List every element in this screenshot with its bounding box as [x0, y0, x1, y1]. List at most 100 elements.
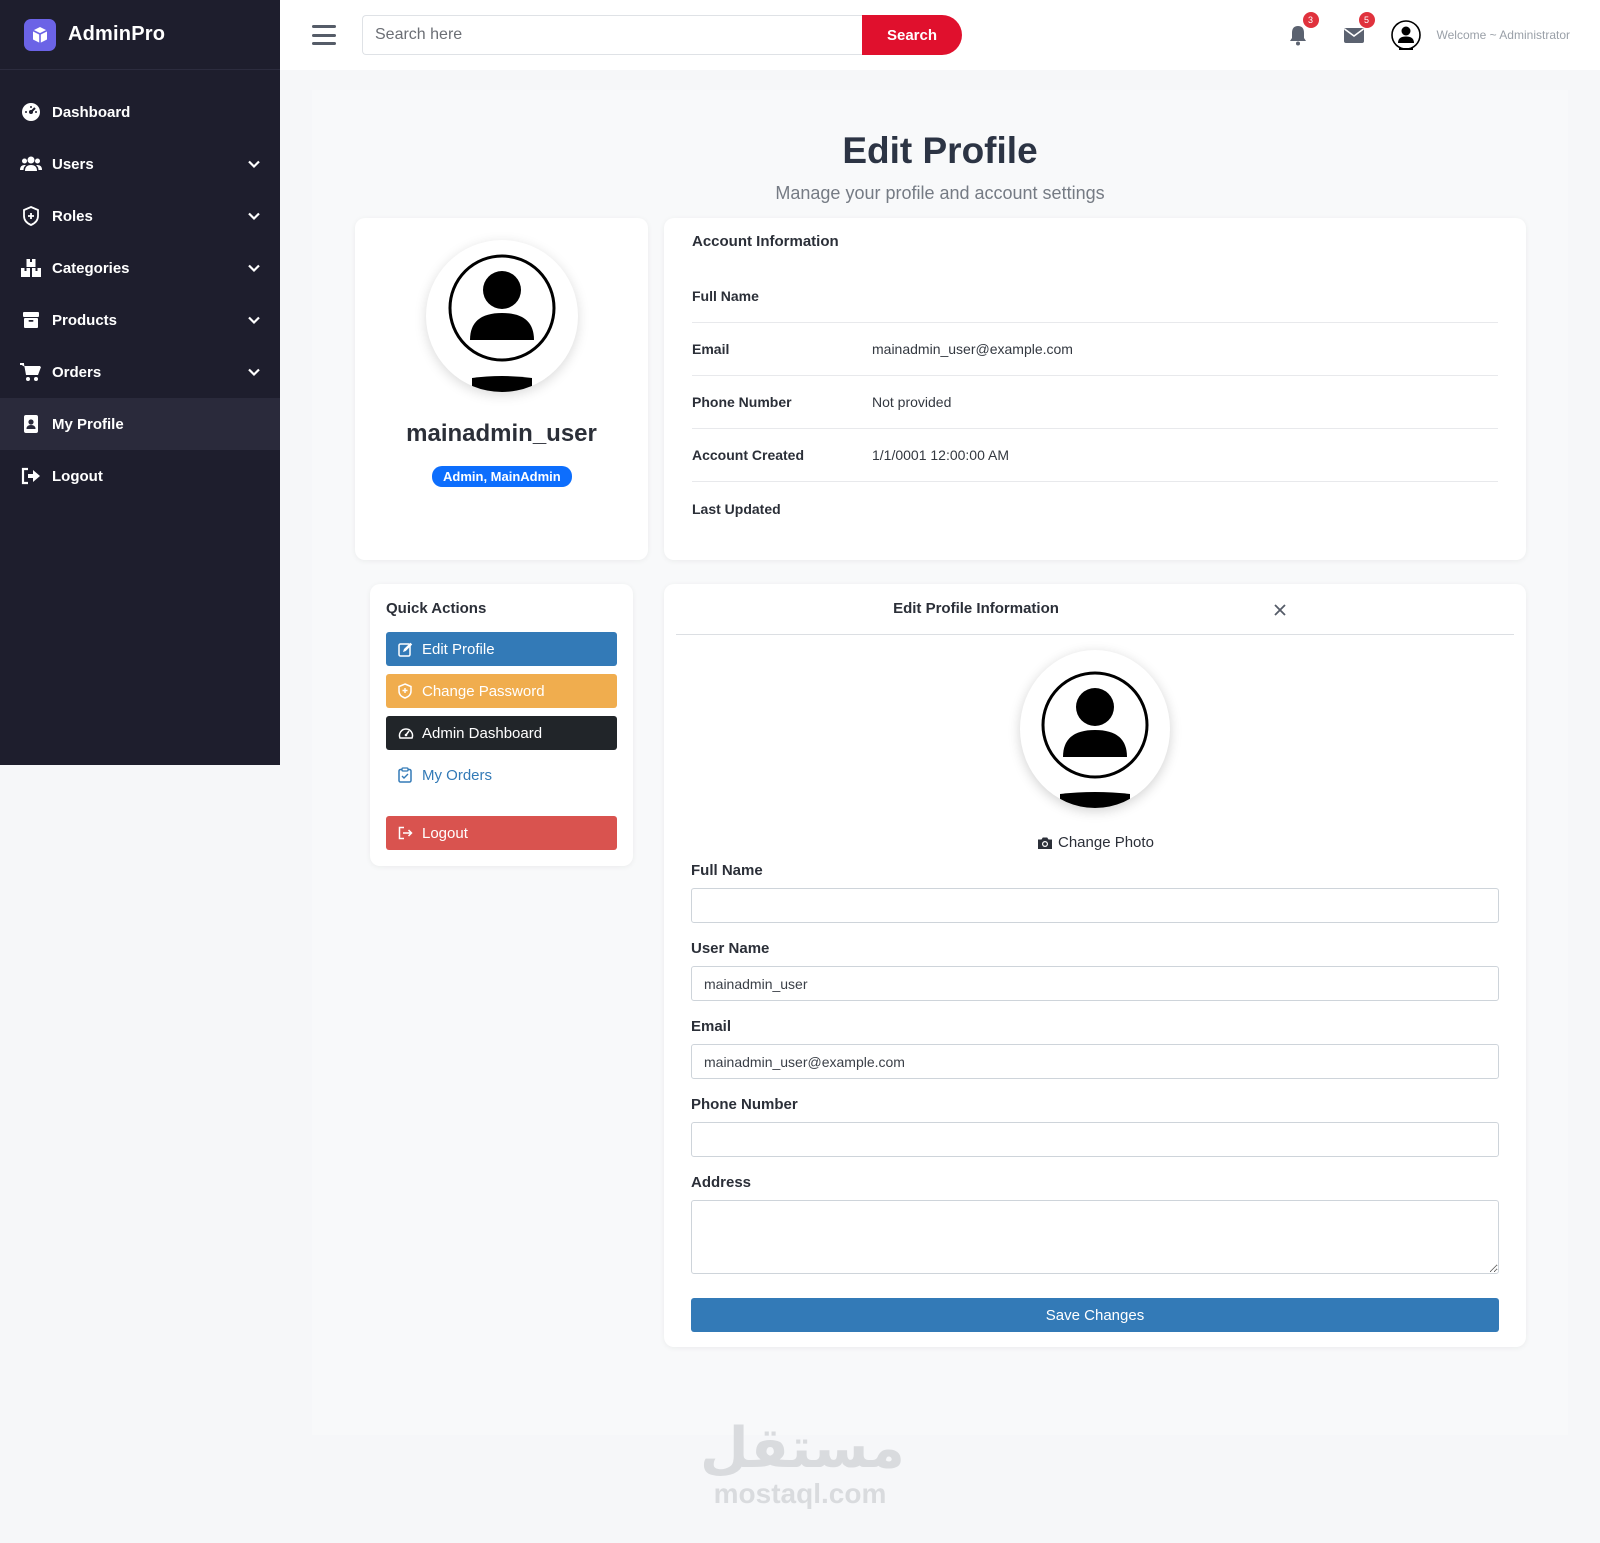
- full-name-field[interactable]: [691, 888, 1499, 923]
- notifications-badge: 3: [1302, 12, 1319, 28]
- edit-profile-button[interactable]: Edit Profile: [386, 632, 617, 666]
- watermark-latin: mostaql.com: [713, 1478, 887, 1509]
- logout-icon: [20, 465, 42, 487]
- speedometer-icon: [398, 725, 414, 741]
- info-label: Account Created: [692, 447, 805, 463]
- id-badge-icon: [20, 413, 42, 435]
- info-label: Phone Number: [692, 394, 792, 410]
- welcome-text: Welcome ~ Administrator: [1436, 28, 1571, 42]
- search-button[interactable]: Search: [862, 15, 962, 55]
- edit-profile-form-card: Edit Profile Information Change Photo Fu…: [664, 584, 1526, 1347]
- sidebar-item-label: Users: [52, 155, 94, 173]
- user-name-field[interactable]: [691, 966, 1499, 1001]
- shield-icon: [398, 683, 414, 699]
- info-row-account-created: Account Created 1/1/0001 12:00:00 AM: [692, 429, 1498, 482]
- watermark-logo: مستقل mostaql.com: [700, 1420, 905, 1510]
- top-header: Search 3 5 Welcome ~ Administrator: [280, 0, 1600, 70]
- change-password-label: Change Password: [422, 682, 545, 700]
- info-row-email: Email mainadmin_user@example.com: [692, 323, 1498, 376]
- info-value: Not provided: [872, 394, 952, 410]
- info-value: mainadmin_user@example.com: [872, 341, 1073, 357]
- sidebar-item-label: My Profile: [52, 415, 124, 433]
- edit-form-title: Edit Profile Information: [893, 600, 1059, 617]
- brand[interactable]: AdminPro: [0, 0, 280, 70]
- admin-dashboard-label: Admin Dashboard: [422, 724, 543, 742]
- messages-button[interactable]: 5: [1341, 12, 1375, 48]
- chevron-down-icon: [248, 212, 260, 221]
- users-icon: [20, 153, 42, 175]
- sidebar-item-orders[interactable]: Orders: [0, 346, 280, 398]
- logout-icon: [398, 825, 414, 841]
- email-label: Email: [691, 1018, 732, 1035]
- sidebar-item-users[interactable]: Users: [0, 138, 280, 190]
- box-icon: [20, 309, 42, 331]
- info-row-last-updated: Last Updated: [692, 482, 1498, 535]
- page-title: Edit Profile: [842, 130, 1038, 171]
- user-avatar-icon: [448, 254, 556, 392]
- sidebar-item-label: Logout: [52, 467, 103, 485]
- close-icon[interactable]: [1271, 601, 1289, 619]
- brand-name: AdminPro: [68, 23, 166, 45]
- change-photo-label: Change Photo: [1058, 834, 1154, 851]
- address-field[interactable]: [691, 1200, 1499, 1274]
- logout-button[interactable]: Logout: [386, 816, 617, 850]
- edit-profile-label: Edit Profile: [422, 640, 495, 658]
- menu-toggle-icon[interactable]: [312, 25, 336, 45]
- sidebar-item-categories[interactable]: Categories: [0, 242, 280, 294]
- sidebar-item-products[interactable]: Products: [0, 294, 280, 346]
- account-information-card: Account Information Full Name Email main…: [664, 218, 1526, 560]
- my-orders-label: My Orders: [422, 766, 493, 784]
- account-info-title: Account Information: [692, 233, 839, 250]
- notifications-button[interactable]: 3: [1285, 12, 1319, 48]
- sidebar-item-my-profile[interactable]: My Profile: [0, 398, 280, 450]
- brand-logo-icon: [24, 18, 56, 51]
- logout-label: Logout: [422, 824, 468, 842]
- quick-actions-title: Quick Actions: [386, 600, 487, 617]
- boxes-icon: [20, 257, 42, 279]
- sidebar-item-dashboard[interactable]: Dashboard: [0, 86, 280, 138]
- phone-number-field[interactable]: [691, 1122, 1499, 1157]
- user-avatar-icon[interactable]: [1390, 20, 1421, 50]
- my-orders-link[interactable]: My Orders: [386, 758, 617, 792]
- sidebar-nav: Dashboard Users Roles Categories Product…: [0, 70, 280, 502]
- user-avatar-icon: [1041, 671, 1149, 808]
- sidebar-item-label: Products: [52, 311, 118, 329]
- sidebar-item-logout[interactable]: Logout: [0, 450, 280, 502]
- header-actions: 3 5 Welcome ~ Administrator: [1285, 0, 1571, 70]
- search-bar: Search: [362, 15, 962, 55]
- account-info-table: Full Name Email mainadmin_user@example.c…: [692, 270, 1498, 535]
- edit-form-header: Edit Profile Information: [676, 584, 1514, 635]
- role-badge: Admin, MainAdmin: [432, 466, 572, 487]
- profile-username: mainadmin_user: [406, 420, 597, 447]
- chevron-down-icon: [248, 316, 260, 325]
- sidebar-item-label: Dashboard: [52, 103, 131, 121]
- sidebar-item-label: Categories: [52, 259, 130, 277]
- profile-avatar: [426, 240, 578, 392]
- search-input[interactable]: [362, 15, 862, 55]
- edit-icon: [398, 641, 414, 657]
- sidebar-item-label: Orders: [52, 363, 102, 381]
- cart-icon: [20, 361, 42, 383]
- info-label: Full Name: [692, 288, 759, 304]
- change-photo-button[interactable]: Change Photo: [1037, 834, 1154, 851]
- change-password-button[interactable]: Change Password: [386, 674, 617, 708]
- bell-icon: [1289, 26, 1306, 46]
- sidebar-item-label: Roles: [52, 207, 93, 225]
- save-changes-button[interactable]: Save Changes: [691, 1298, 1499, 1332]
- clipboard-icon: [398, 767, 414, 783]
- chevron-down-icon: [248, 160, 260, 169]
- page-subtitle: Manage your profile and account settings: [775, 183, 1105, 203]
- info-label: Last Updated: [692, 500, 781, 517]
- quick-actions-card: Quick Actions Edit Profile Change Passwo…: [370, 584, 633, 866]
- envelope-icon: [1343, 28, 1364, 43]
- dashboard-gauge-icon: [20, 101, 42, 123]
- edit-avatar[interactable]: [1020, 650, 1170, 808]
- email-field[interactable]: [691, 1044, 1499, 1079]
- info-row-phone: Phone Number Not provided: [692, 376, 1498, 429]
- user-name-label: User Name: [691, 940, 770, 957]
- admin-dashboard-button[interactable]: Admin Dashboard: [386, 716, 617, 750]
- info-row-full-name: Full Name: [692, 270, 1498, 323]
- sidebar-item-roles[interactable]: Roles: [0, 190, 280, 242]
- messages-badge: 5: [1358, 12, 1375, 28]
- camera-icon: [1038, 837, 1052, 849]
